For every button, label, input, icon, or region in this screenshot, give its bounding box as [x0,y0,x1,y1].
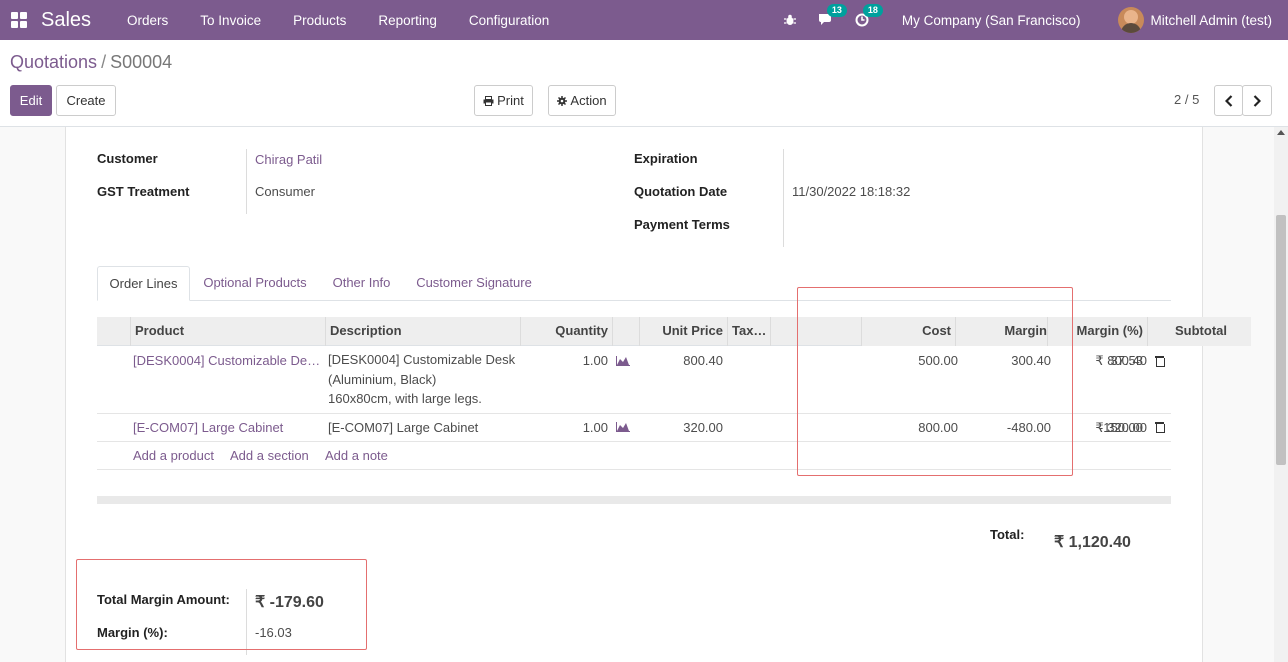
pager-value[interactable]: 2 / 5 [1174,92,1199,107]
edit-button-label: Edit [19,93,43,108]
company-switcher[interactable]: My Company (San Francisco) [902,13,1081,28]
column-description[interactable]: Description [325,317,521,346]
menu-to-invoice[interactable]: To Invoice [184,13,277,28]
menu-products[interactable]: Products [277,13,362,28]
row-quantity: 1.00 [582,420,608,435]
tab-optional-products[interactable]: Optional Products [195,266,315,301]
print-button[interactable]: Print [474,85,533,116]
print-icon [483,95,494,106]
activity-count-badge: 18 [862,4,883,17]
row-description: [DESK0004] Customizable Desk (Aluminium,… [328,350,515,409]
chevron-right-icon [1253,94,1261,107]
tab-customer-signature[interactable]: Customer Signature [409,266,539,301]
user-avatar[interactable] [1118,7,1145,33]
trash-icon[interactable] [1155,422,1165,433]
debug-bug-icon[interactable] [778,8,802,32]
margin-summary-highlight [76,559,367,650]
payment-terms-label: Payment Terms [634,217,730,232]
gst-treatment-label: GST Treatment [97,184,190,199]
action-button-label: Action [570,93,607,108]
action-button[interactable]: Action [548,85,616,116]
scroll-up-arrow-icon[interactable] [1277,130,1285,135]
description-line: (Aluminium, Black) [328,371,437,387]
row-product[interactable]: [E-COM07] Large Cabinet [133,420,283,435]
row-product[interactable]: [DESK0004] Customizable De… [133,353,320,368]
pager-previous-button[interactable] [1214,85,1243,116]
column-product[interactable]: Product [130,317,326,346]
form-scroll-area[interactable]: Customer Chirag Patil GST Treatment Cons… [0,127,1288,662]
top-navbar: Sales Orders To Invoice Products Reporti… [0,0,1288,40]
menu-reporting[interactable]: Reporting [362,13,453,28]
tab-other-info[interactable]: Other Info [325,266,398,301]
row-quantity: 1.00 [582,353,608,368]
trash-icon[interactable] [1155,356,1165,367]
breadcrumb: Quotations / S00004 [10,52,172,73]
description-line: 160x80cm, with large legs. [328,391,482,406]
description-line: [DESK0004] Customizable Desk [328,352,516,367]
control-panel: Quotations / S00004 Edit Create Print Acti… [0,40,1288,127]
expiration-label: Expiration [634,151,698,166]
app-name[interactable]: Sales [41,9,91,32]
create-button[interactable]: Create [56,85,116,116]
menu-configuration[interactable]: Configuration [453,13,565,28]
tab-order-lines[interactable]: Order Lines [97,266,190,301]
quotation-date-label: Quotation Date [634,184,728,199]
chevron-left-icon [1224,94,1232,107]
column-unit-price[interactable]: Unit Price [639,317,727,346]
column-forecast [612,317,639,346]
breadcrumb-quotations[interactable]: Quotations [10,52,97,72]
gst-treatment-value: Consumer [255,184,315,199]
add-product-link[interactable]: Add a product [133,448,214,463]
column-taxes[interactable]: Tax… [727,317,771,346]
chat-messages-icon[interactable]: 13 [814,4,847,32]
row-unit-price: 320.00 [683,420,723,435]
edit-button[interactable]: Edit [10,85,52,116]
field-divider [246,149,247,214]
field-divider [783,149,784,247]
add-section-link[interactable]: Add a section [230,448,309,463]
forecast-chart-icon[interactable] [616,422,630,432]
breadcrumb-current: S00004 [110,52,173,72]
gear-icon [557,95,568,106]
customer-value[interactable]: Chirag Patil [255,152,322,167]
margin-columns-highlight [797,287,1073,476]
customer-label: Customer [97,151,158,166]
menu-orders[interactable]: Orders [111,13,184,28]
forecast-chart-icon[interactable] [616,356,630,366]
user-menu[interactable]: Mitchell Admin (test) [1150,13,1272,28]
create-button-label: Create [66,93,106,108]
print-button-label: Print [497,93,524,108]
row-description: [E-COM07] Large Cabinet [328,420,479,435]
chat-count-badge: 13 [826,4,847,17]
table-footer-bar [97,496,1171,504]
scrollbar-thumb[interactable] [1276,215,1286,465]
total-value: ₹ 1,120.40 [1054,534,1131,551]
column-subtotal[interactable]: Subtotal [1147,317,1251,346]
vertical-scrollbar[interactable] [1274,127,1288,662]
row-unit-price: 800.40 [683,353,723,368]
quotation-date-value: 11/30/2022 18:18:32 [792,184,911,199]
breadcrumb-separator: / [101,52,107,72]
activity-clock-icon[interactable]: 18 [850,4,883,32]
total-label: Total: [990,527,1025,542]
add-note-link[interactable]: Add a note [325,448,388,463]
pager-next-button[interactable] [1242,85,1272,116]
column-quantity[interactable]: Quantity [520,317,612,346]
apps-menu-icon[interactable] [1,2,37,38]
